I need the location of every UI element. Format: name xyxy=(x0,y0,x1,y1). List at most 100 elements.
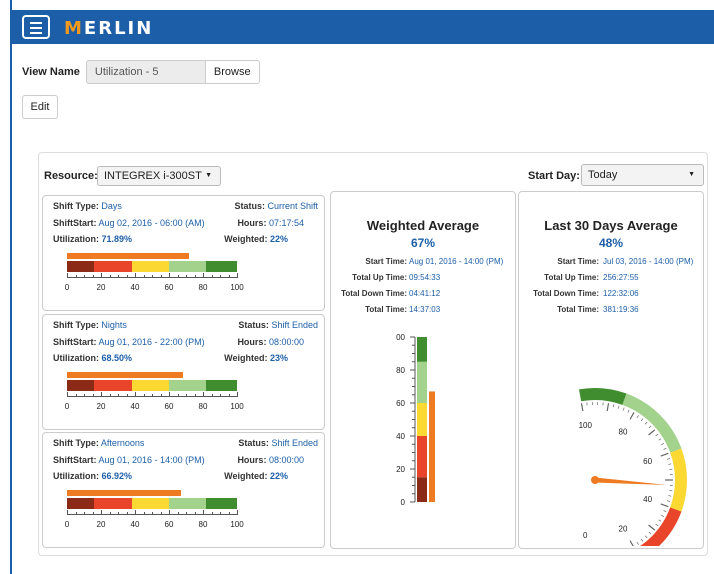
dial-tick xyxy=(666,500,671,502)
dial-tick xyxy=(666,458,671,460)
bar-tick xyxy=(84,512,85,515)
dial-tick xyxy=(648,425,652,429)
last-30-days-pct: 48% xyxy=(598,236,624,250)
l30-start-value: Jul 03, 2016 - 14:00 (PM) xyxy=(603,257,694,266)
shift-type-row: Shift Type: Days xyxy=(53,201,122,211)
dial-tick xyxy=(636,541,639,545)
bar-tick xyxy=(186,394,187,397)
bar-tick xyxy=(75,512,77,515)
bar-tick-label: 80 xyxy=(198,283,208,292)
dial-tick-label: 20 xyxy=(619,524,628,533)
bar-tick xyxy=(109,275,111,278)
wa-down-value: 04:41:12 xyxy=(409,289,441,298)
bar-tick xyxy=(143,394,145,397)
weighted-row: Weighted: 22% xyxy=(224,471,288,481)
start-day-select[interactable]: Today ▼ xyxy=(581,164,704,186)
bar-zone xyxy=(169,261,207,272)
bar-tick xyxy=(228,394,230,397)
bar-tick xyxy=(228,512,230,515)
bar-tick xyxy=(75,275,77,278)
bar-tick xyxy=(194,512,196,515)
dial-tick xyxy=(661,443,665,446)
bar-zone xyxy=(67,380,95,391)
shift-type-row: Shift Type: Nights xyxy=(53,320,127,330)
shift-card-days: Shift Type: Days ShiftStart: Aug 02, 2016… xyxy=(42,195,325,311)
shift-type-value: Nights xyxy=(101,320,127,330)
dial-gauge: 0 20 40 60 80 100 xyxy=(579,388,687,546)
bar-tick xyxy=(67,510,68,515)
dial-needle xyxy=(594,477,667,486)
bar-zone xyxy=(169,380,207,391)
view-name-field[interactable]: Utilization - 5 xyxy=(85,60,206,84)
app-logo: MERLIN xyxy=(64,18,154,39)
edit-button[interactable]: Edit xyxy=(22,95,58,119)
utilization-label: Utilization: xyxy=(53,234,99,244)
utilization-row: Utilization: 68.50% xyxy=(53,353,132,363)
browse-button[interactable]: Browse xyxy=(205,60,260,84)
weighted-row: Weighted: 23% xyxy=(224,353,288,363)
utilization-label: Utilization: xyxy=(53,353,99,363)
l30-down-value: 122:32:06 xyxy=(603,289,639,298)
dial-tick xyxy=(640,418,644,422)
bar-axis xyxy=(67,509,238,515)
dial-tick xyxy=(629,412,635,420)
bar-tick xyxy=(152,275,153,278)
bar-zone xyxy=(169,498,207,509)
bar-tick xyxy=(118,394,119,397)
shift-start-label: ShiftStart: xyxy=(53,455,97,465)
shift-type-label: Shift Type: xyxy=(53,201,99,211)
bar-tick xyxy=(177,512,179,515)
bar-tick xyxy=(211,275,213,278)
bar-tick xyxy=(169,510,170,515)
bar-tick-label: 60 xyxy=(164,402,174,411)
dial-tick xyxy=(648,524,656,531)
bar-axis xyxy=(67,391,238,397)
dial-tick xyxy=(648,429,656,436)
shift-type-label: Shift Type: xyxy=(53,438,99,448)
hours-label: Hours: xyxy=(237,337,267,347)
bar-tick xyxy=(220,275,221,278)
dial-tick-label: 80 xyxy=(619,428,628,437)
bar-tick xyxy=(143,512,145,515)
dial-tick xyxy=(648,531,652,535)
bar-zone xyxy=(67,498,95,509)
bar-tick-label: 0 xyxy=(64,402,70,411)
resource-select[interactable]: INTEGREX i-300ST ▼ xyxy=(97,166,221,186)
gauge-zone xyxy=(417,477,427,502)
bar-tick xyxy=(101,273,102,278)
bar-tick xyxy=(135,510,136,515)
weighted-average-title: Weighted Average xyxy=(366,218,480,233)
l30-total-value: 381:19:36 xyxy=(603,305,639,314)
weighted-value: 22% xyxy=(269,471,288,481)
bar-tick xyxy=(126,512,128,515)
shift-type-value: Days xyxy=(101,201,122,211)
bar-tick xyxy=(211,512,213,515)
bar-zone xyxy=(94,498,132,509)
weighted-value: 22% xyxy=(269,234,288,244)
hours-label: Hours: xyxy=(237,218,267,228)
gauge-zone xyxy=(417,361,427,403)
hamburger-menu-icon[interactable] xyxy=(22,15,50,39)
gauge-tick-label: 80 xyxy=(396,366,405,375)
gauge-value-bar xyxy=(429,391,435,502)
bar-tick-label: 0 xyxy=(64,283,70,292)
status-row: Status: Shift Ended xyxy=(238,438,318,448)
dial-tick xyxy=(668,495,672,497)
bar-tick xyxy=(237,273,238,278)
weighted-label: Weighted: xyxy=(224,471,268,481)
status-value: Shift Ended xyxy=(271,320,318,330)
resource-label: Resource: xyxy=(44,170,98,182)
utilization-row: Utilization: 71.89% xyxy=(53,234,132,244)
utilization-value: 68.50% xyxy=(101,353,133,363)
bar-tick xyxy=(237,392,238,397)
bar-tick xyxy=(203,392,204,397)
bar-tick xyxy=(177,394,179,397)
dial-tick xyxy=(580,403,584,412)
gauge-tick-label: 20 xyxy=(396,465,405,474)
dial-tick xyxy=(668,463,672,465)
gauge-tick-label: 40 xyxy=(396,432,405,441)
shift-start-row: ShiftStart: Aug 02, 2016 - 06:00 (AM) xyxy=(53,218,205,228)
bar-tick-label: 40 xyxy=(130,520,140,529)
bar-tick xyxy=(237,510,238,515)
dial-tick xyxy=(644,535,648,539)
